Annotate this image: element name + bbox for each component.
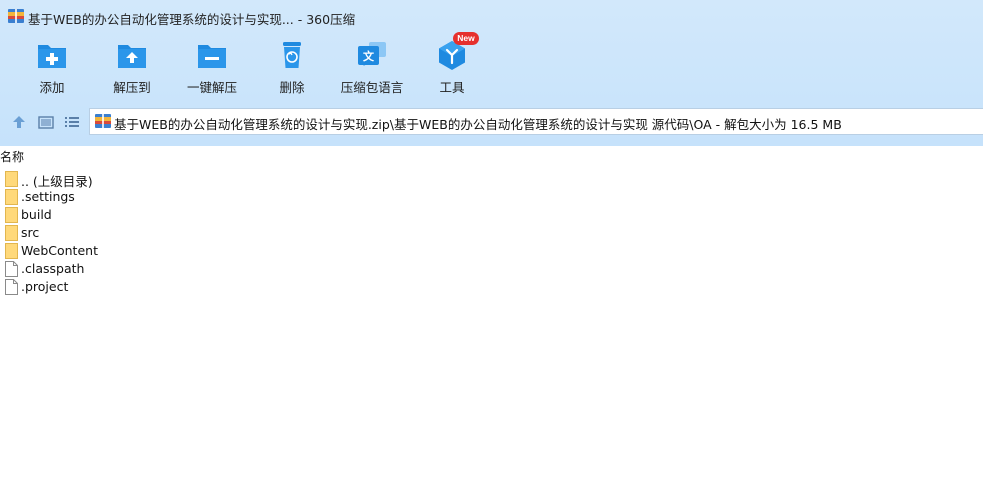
column-header-name[interactable]: 名称: [0, 148, 24, 165]
title-bar[interactable]: 基于WEB的办公自动化管理系统的设计与实现... - 360压缩: [0, 0, 983, 34]
list-item[interactable]: .settings: [0, 188, 300, 206]
new-badge: New: [453, 32, 479, 45]
address-bar[interactable]: 基于WEB的办公自动化管理系统的设计与实现.zip\基于WEB的办公自动化管理系…: [89, 108, 983, 135]
list-item-name: src: [21, 225, 40, 240]
list-item[interactable]: .classpath: [0, 260, 300, 278]
archive-language-icon: 文: [358, 42, 386, 66]
folder-icon: [5, 189, 18, 205]
extract-to-button[interactable]: 解压到: [92, 38, 172, 98]
add-label: 添加: [39, 80, 65, 95]
extract-to-icon: [118, 45, 146, 68]
list-item-name: .settings: [21, 189, 75, 204]
window-title: 基于WEB的办公自动化管理系统的设计与实现... - 360压缩: [28, 12, 356, 27]
folder-icon: [5, 207, 18, 223]
file-icon: [5, 279, 18, 295]
file-icon: [5, 261, 18, 277]
tools-button[interactable]: 工具: [412, 38, 492, 98]
archive-file-icon: [95, 114, 111, 128]
main-toolbar: 添加 解压到 一键解压 删除 文 压缩包语言 工具: [0, 38, 983, 98]
folder-icon: [5, 225, 18, 241]
delete-icon: [283, 42, 301, 68]
archive-app-icon: [8, 9, 24, 23]
list-item[interactable]: build: [0, 206, 300, 224]
list-item[interactable]: .. (上级目录): [0, 170, 300, 189]
folder-icon: [5, 243, 18, 259]
svg-text:文: 文: [363, 49, 375, 63]
delete-label: 删除: [279, 80, 305, 95]
file-list: 名称 .. (上级目录) .settings build src WebCont…: [0, 146, 983, 485]
list-item[interactable]: WebContent: [0, 242, 300, 260]
list-item[interactable]: .project: [0, 278, 300, 296]
add-folder-icon: [38, 45, 66, 68]
list-item-name: build: [21, 207, 52, 222]
one-click-extract-icon: [198, 45, 226, 68]
thumbnail-view-icon[interactable]: [37, 113, 55, 131]
list-item-name: .project: [21, 279, 69, 294]
one-click-extract-button[interactable]: 一键解压: [172, 38, 252, 98]
one-click-extract-label: 一键解压: [186, 80, 237, 95]
list-item-name: WebContent: [21, 243, 98, 258]
delete-button[interactable]: 删除: [252, 38, 332, 98]
tools-label: 工具: [439, 80, 465, 95]
extract-to-label: 解压到: [113, 80, 151, 95]
list-item[interactable]: src: [0, 224, 300, 242]
address-path: 基于WEB的办公自动化管理系统的设计与实现.zip\基于WEB的办公自动化管理系…: [114, 117, 842, 132]
archive-language-label: 压缩包语言: [340, 80, 404, 95]
window-chrome: 基于WEB的办公自动化管理系统的设计与实现... - 360压缩 添加 解压到: [0, 0, 983, 146]
list-item-name: .classpath: [21, 261, 85, 276]
archive-language-button[interactable]: 文 压缩包语言: [332, 38, 412, 98]
list-view-icon[interactable]: [63, 113, 81, 131]
add-button[interactable]: 添加: [12, 38, 92, 98]
folder-icon: [5, 171, 18, 187]
up-arrow-icon[interactable]: [10, 113, 28, 131]
app-window: 基于WEB的办公自动化管理系统的设计与实现... - 360压缩 添加 解压到: [0, 0, 983, 485]
